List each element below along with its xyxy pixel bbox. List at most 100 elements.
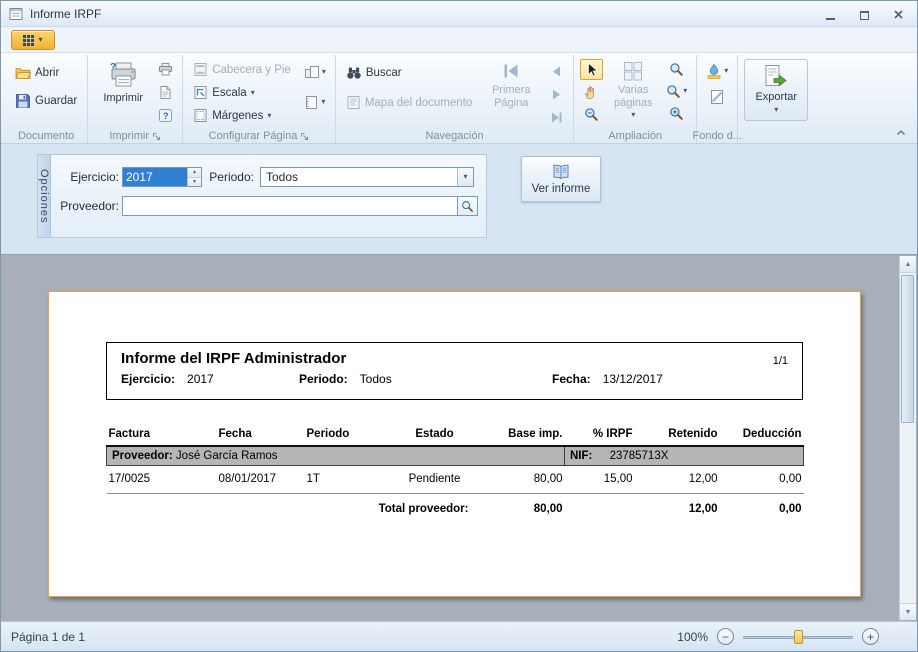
page-setup-button[interactable] (155, 82, 176, 102)
minimize-button[interactable] (823, 8, 837, 20)
app-window: Informe IRPF ▾ Abrir Gu (0, 0, 918, 652)
options-area: Opciones Ejercicio: 2017 ▲ ▼ Periodo: To… (1, 144, 917, 254)
imprimir-label: Imprimir (103, 92, 143, 105)
escala-button[interactable]: Escala ▾ (189, 83, 295, 102)
ribbon-group-configurar-pagina: Cabecera y Pie Escala ▾ Márgenes ▾ (183, 55, 336, 143)
export-icon (763, 63, 789, 89)
zoom-slider[interactable] (743, 628, 853, 646)
guardar-button[interactable]: Guardar (11, 91, 81, 111)
spin-up-button[interactable]: ▲ (188, 168, 201, 178)
report-periodo-label: Periodo: (299, 372, 348, 386)
proveedor-label: Proveedor: (59, 199, 119, 213)
options-fields: Ejercicio: 2017 ▲ ▼ Periodo: Todos ▾ (51, 155, 486, 237)
cell-deduccion: 0,00 (720, 466, 804, 494)
app-menu-button[interactable]: ▾ (11, 30, 55, 50)
zoom-tool-button[interactable] (663, 59, 690, 79)
dropdown-icon: ▾ (251, 89, 255, 97)
ultima-pagina-button[interactable] (546, 107, 567, 127)
paper-size-button[interactable]: ▾ (301, 92, 329, 112)
ejercicio-input[interactable]: 2017 ▲ ▼ (122, 167, 202, 187)
imprimir-dialog-launcher[interactable] (152, 132, 161, 141)
scroll-down-button[interactable]: ▼ (900, 603, 916, 620)
zoom-in-icon (669, 106, 684, 121)
dropdown-icon: ▾ (38, 36, 42, 44)
background-color-icon (706, 63, 722, 79)
cabecera-pie-button[interactable]: Cabecera y Pie (189, 60, 295, 79)
spin-down-button[interactable]: ▼ (188, 178, 201, 187)
exportar-button[interactable]: Exportar ▾ (744, 59, 808, 121)
app-menu-grid-icon (23, 35, 34, 46)
varias-paginas-button[interactable]: Varias páginas ▾ (606, 57, 660, 121)
report-field-ejercicio: Ejercicio:2017 (121, 372, 214, 386)
preview-scrollbar[interactable]: ▲ ▼ (899, 256, 916, 620)
periodo-select[interactable]: Todos ▾ (260, 167, 474, 187)
zoom-in-button[interactable]: + (862, 628, 879, 645)
scroll-up-button[interactable]: ▲ (900, 256, 916, 273)
report-table-header-row: Factura Fecha Periodo Estado Base imp. %… (107, 426, 804, 446)
provider-nif-value: 23785713X (610, 450, 669, 462)
report-fecha-value: 13/12/2017 (603, 372, 663, 386)
total-label: Total proveedor: (305, 494, 485, 520)
ver-informe-button[interactable]: Ver informe (521, 156, 601, 202)
buscar-button[interactable]: Buscar (342, 63, 476, 83)
zoom-in-tool-button[interactable] (663, 103, 690, 123)
periodo-value: Todos (261, 168, 457, 186)
multiple-pages-icon (622, 60, 644, 82)
help-icon: ? (158, 108, 173, 123)
group-label-configurar-pagina: Configurar Página (209, 130, 298, 142)
abrir-button[interactable]: Abrir (11, 63, 81, 83)
group-label-documento: Documento (18, 130, 74, 142)
scroll-thumb[interactable] (901, 275, 914, 423)
pagina-siguiente-button[interactable] (546, 84, 567, 104)
marca-agua-button[interactable] (706, 87, 728, 107)
binoculars-icon (346, 65, 362, 81)
minimize-icon (826, 17, 835, 20)
primera-pagina-button[interactable]: Primera Página (482, 57, 540, 121)
zoom-percentage: 100% (677, 630, 708, 644)
mapa-documento-button[interactable]: Mapa del documento (342, 93, 476, 112)
quick-print-button[interactable] (155, 59, 176, 79)
margenes-button[interactable]: Márgenes ▾ (189, 106, 295, 125)
zoom-out-tool-button[interactable] (580, 104, 603, 124)
maximize-button[interactable] (857, 8, 871, 20)
buscar-label: Buscar (366, 67, 402, 79)
proveedor-input[interactable] (122, 196, 458, 216)
orientation-button[interactable]: ▾ (301, 62, 329, 82)
close-button[interactable] (891, 8, 905, 20)
column-header: Estado (385, 426, 485, 446)
abrir-label: Abrir (35, 67, 59, 79)
orientation-icon (304, 65, 320, 80)
hand-tool-button[interactable] (580, 82, 603, 102)
pointer-tool-button[interactable] (580, 59, 603, 80)
print-help-button[interactable]: ? (155, 105, 176, 125)
report-page: Informe del IRPF Administrador 1/1 Ejerc… (48, 291, 861, 597)
total-row: Total proveedor: 80,00 12,00 0,00 (107, 494, 804, 520)
collapse-ribbon-button[interactable] (893, 125, 909, 139)
zoom-slider-thumb[interactable] (794, 630, 803, 644)
options-tab-label: Opciones (38, 169, 50, 223)
preview-surface: Informe del IRPF Administrador 1/1 Ejerc… (1, 254, 917, 621)
page-info: Página 1 de 1 (11, 630, 85, 644)
report-ejercicio-value: 2017 (187, 372, 214, 386)
zoom-level-button[interactable]: ▾ (663, 81, 690, 101)
save-icon (15, 93, 31, 109)
group-label-fondo: Fondo d... (692, 130, 742, 142)
options-tab[interactable]: Opciones (38, 155, 51, 237)
report-title: Informe del IRPF Administrador (121, 350, 346, 367)
window-title: Informe IRPF (30, 7, 101, 21)
varias-paginas-label: Varias páginas (609, 84, 657, 109)
total-retenido: 12,00 (635, 494, 720, 520)
report-periodo-value: Todos (360, 372, 392, 386)
group-label-imprimir: Imprimir (109, 130, 149, 142)
magnifier-icon (669, 62, 684, 77)
periodo-dropdown-button[interactable]: ▾ (457, 168, 473, 186)
dropdown-icon: ▾ (321, 98, 325, 106)
proveedor-search-button[interactable] (458, 196, 478, 216)
configurar-dialog-launcher[interactable] (300, 132, 309, 141)
pagina-anterior-button[interactable] (546, 61, 567, 81)
imprimir-button[interactable]: ? Imprimir (94, 57, 152, 121)
zoom-out-button[interactable]: − (717, 628, 734, 645)
report-fecha-label: Fecha: (552, 372, 591, 386)
total-base: 80,00 (485, 494, 565, 520)
color-fondo-button[interactable]: ▾ (703, 61, 731, 81)
